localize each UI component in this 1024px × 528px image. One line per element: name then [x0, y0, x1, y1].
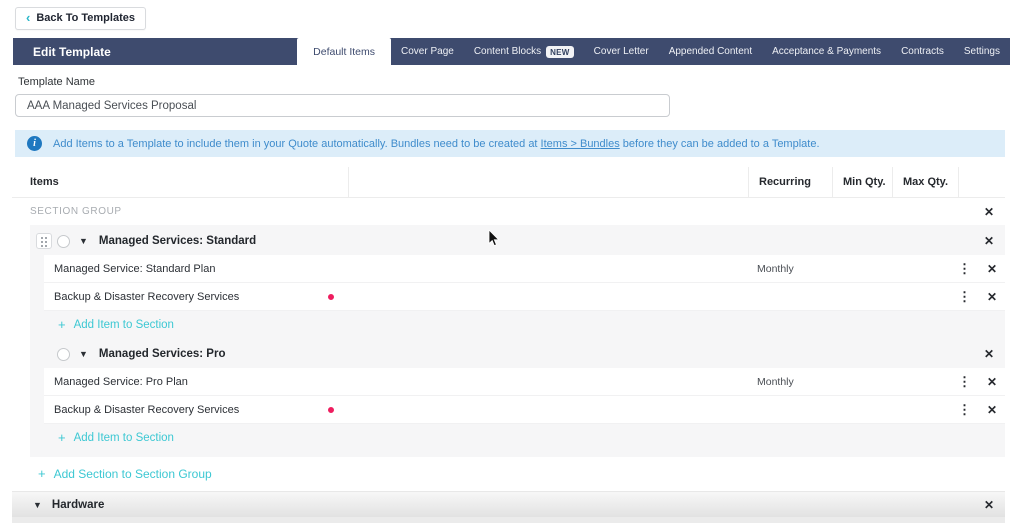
info-banner-text: Add Items to a Template to include them … [53, 138, 820, 150]
remove-item-icon[interactable]: ✕ [985, 402, 999, 418]
kebab-menu-icon[interactable]: ⋮ [957, 373, 972, 390]
section-group-label: SECTION GROUP [30, 206, 122, 217]
tab-settings[interactable]: Settings [954, 38, 1010, 65]
remove-item-icon[interactable]: ✕ [985, 289, 999, 305]
column-header-min-qty: Min Qty. [833, 167, 893, 197]
tab-acceptance-payments[interactable]: Acceptance & Payments [762, 38, 891, 65]
back-button-label: Back To Templates [36, 12, 135, 24]
item-row: Backup & Disaster Recovery Services ⋮ ✕ [44, 396, 1005, 424]
section-group-row: SECTION GROUP ✕ [12, 198, 1005, 225]
kebab-menu-icon[interactable]: ⋮ [957, 288, 972, 305]
remove-item-icon[interactable]: ✕ [985, 374, 999, 390]
drag-dots-icon [40, 236, 48, 247]
tab-cover-letter[interactable]: Cover Letter [584, 38, 659, 65]
tab-appended-content[interactable]: Appended Content [659, 38, 762, 65]
next-row-edge [12, 517, 1005, 523]
remove-section-group-icon[interactable]: ✕ [982, 204, 996, 220]
template-name-input[interactable] [15, 94, 670, 117]
info-text-after: before they can be added to a Template. [620, 138, 820, 150]
section-name: Hardware [52, 499, 104, 511]
column-header-blank [349, 167, 749, 197]
tab-label: Default Items [313, 46, 375, 58]
remove-item-icon[interactable]: ✕ [985, 261, 999, 277]
back-to-templates-button[interactable]: ‹ Back To Templates [15, 7, 146, 30]
item-actions: ⋮ ✕ [957, 288, 1007, 305]
required-indicator-icon [328, 294, 334, 300]
add-item-to-section-link[interactable]: + Add Item to Section [58, 319, 1005, 331]
plus-icon: + [38, 469, 46, 479]
column-header-max-qty: Max Qty. [893, 167, 959, 197]
item-actions: ⋮ ✕ [957, 401, 1007, 418]
tab-cover-page[interactable]: Cover Page [391, 38, 464, 65]
item-row: Managed Service: Standard Plan Monthly ⋮… [44, 255, 1005, 283]
add-item-label: Add Item to Section [74, 432, 174, 444]
chevron-down-icon[interactable]: ▼ [79, 349, 88, 359]
item-actions: ⋮ ✕ [957, 260, 1007, 277]
add-section-label: Add Section to Section Group [54, 467, 212, 481]
section-group-container: ▼ Managed Services: Standard ✕ Managed S… [30, 225, 1005, 457]
kebab-menu-icon[interactable]: ⋮ [957, 401, 972, 418]
plus-icon: + [58, 433, 66, 443]
item-name: Backup & Disaster Recovery Services [44, 291, 747, 303]
items-bundles-link[interactable]: Items > Bundles [541, 138, 620, 150]
item-recurring-value: Monthly [747, 376, 831, 388]
chevron-down-icon[interactable]: ▼ [79, 236, 88, 246]
page-title: Edit Template [33, 45, 111, 59]
remove-section-icon[interactable]: ✕ [982, 346, 996, 362]
tab-bar: Default Items Cover Page Content Blocks … [297, 38, 1010, 65]
tab-label: Cover Page [401, 46, 454, 57]
tab-label: Settings [964, 46, 1000, 57]
tab-label: Contracts [901, 46, 944, 57]
chevron-down-icon[interactable]: ▼ [33, 500, 42, 510]
item-name: Managed Service: Standard Plan [44, 263, 747, 275]
item-name: Managed Service: Pro Plan [44, 376, 747, 388]
new-badge: NEW [546, 46, 574, 58]
table-header-row: Items Recurring Min Qty. Max Qty. [12, 167, 1005, 198]
info-text-before: Add Items to a Template to include them … [53, 138, 541, 150]
template-name-label: Template Name [18, 76, 1024, 88]
remove-section-icon[interactable]: ✕ [982, 497, 996, 513]
tab-content-blocks[interactable]: Content Blocks NEW [464, 38, 584, 65]
tab-label: Acceptance & Payments [772, 46, 881, 57]
add-item-label: Add Item to Section [74, 319, 174, 331]
column-header-recurring: Recurring [749, 167, 833, 197]
drag-handle[interactable] [36, 233, 52, 249]
top-bar: ‹ Back To Templates [0, 0, 1024, 38]
item-recurring-value: Monthly [747, 263, 831, 275]
column-header-actions [959, 167, 1005, 197]
column-header-items: Items [12, 167, 349, 197]
tab-label: Appended Content [669, 46, 752, 57]
section-header-pro: ▼ Managed Services: Pro ✕ [30, 340, 1005, 368]
tab-label: Cover Letter [594, 46, 649, 57]
info-icon: i [27, 136, 42, 151]
info-banner: i Add Items to a Template to include the… [15, 130, 1005, 157]
item-name: Backup & Disaster Recovery Services [44, 404, 747, 416]
item-row: Backup & Disaster Recovery Services ⋮ ✕ [44, 283, 1005, 311]
section-radio[interactable] [57, 348, 70, 361]
tab-default-items[interactable]: Default Items [297, 38, 391, 65]
section-radio[interactable] [57, 235, 70, 248]
section-name: Managed Services: Standard [99, 235, 256, 247]
section-header-standard: ▼ Managed Services: Standard ✕ [30, 227, 1005, 255]
remove-section-icon[interactable]: ✕ [982, 233, 996, 249]
item-actions: ⋮ ✕ [957, 373, 1007, 390]
tab-label: Content Blocks [474, 46, 541, 57]
tab-contracts[interactable]: Contracts [891, 38, 954, 65]
add-item-to-section-link[interactable]: + Add Item to Section [58, 432, 1005, 444]
plus-icon: + [58, 320, 66, 330]
add-section-to-section-group-link[interactable]: + Add Section to Section Group [38, 467, 1005, 481]
edit-template-header: Edit Template Default Items Cover Page C… [13, 38, 1010, 65]
required-indicator-icon [328, 407, 334, 413]
kebab-menu-icon[interactable]: ⋮ [957, 260, 972, 277]
default-items-table: Items Recurring Min Qty. Max Qty. SECTIO… [12, 167, 1005, 517]
item-row: Managed Service: Pro Plan Monthly ⋮ ✕ [44, 368, 1005, 396]
section-header-hardware: ▼ Hardware ✕ [12, 491, 1005, 517]
section-name: Managed Services: Pro [99, 348, 226, 360]
back-chevron-icon: ‹ [26, 13, 30, 23]
